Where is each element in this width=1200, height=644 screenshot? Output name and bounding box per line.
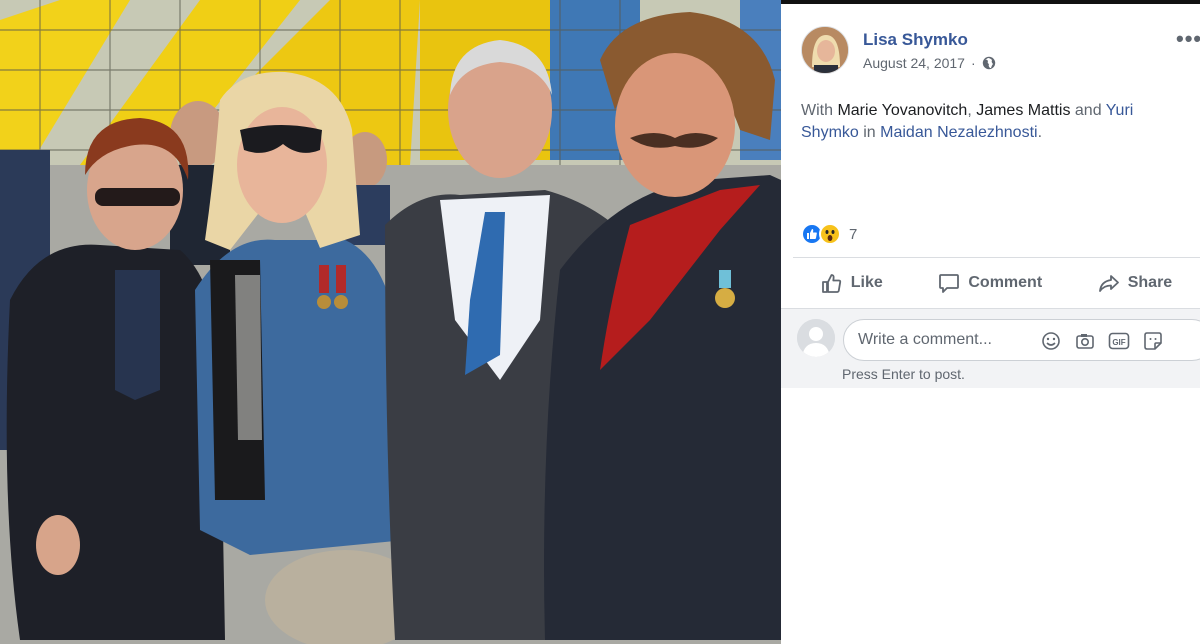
reaction-count: 7 (849, 225, 858, 243)
like-label: Like (850, 274, 883, 291)
post-photo[interactable] (0, 0, 781, 644)
post-header: Lisa Shymko August 24, 2017 · ••• (781, 4, 1200, 92)
text-and: and (1070, 102, 1106, 119)
share-button[interactable]: Share (1098, 272, 1172, 294)
text-in: in (858, 124, 881, 141)
svg-text:GIF: GIF (1112, 338, 1125, 347)
current-user-avatar (797, 319, 835, 357)
comment-placeholder: Write a comment... (858, 331, 992, 348)
globe-icon[interactable] (982, 56, 996, 70)
author-name[interactable]: Lisa Shymko (863, 30, 968, 50)
comment-section: Write a comment... GIF Press Enter to po… (781, 308, 1200, 388)
comment-button[interactable]: Comment (938, 272, 1042, 294)
action-bar: Like Comment Share (793, 260, 1200, 306)
comment-tools: GIF (1040, 320, 1164, 362)
photo-image (0, 0, 781, 644)
comment-label: Comment (968, 274, 1043, 291)
post-text: With Marie Yovanovitch, James Mattis and… (801, 100, 1191, 144)
post-meta: August 24, 2017 · (863, 55, 996, 71)
avatar-image (802, 27, 848, 73)
location-link[interactable]: Maidan Nezalezhnosti (880, 124, 1037, 141)
sticker-icon[interactable] (1142, 330, 1164, 352)
date-separator: · (970, 55, 976, 71)
text-sep: , (967, 102, 977, 119)
more-options-icon[interactable]: ••• (1176, 26, 1200, 52)
share-label: Share (1127, 274, 1173, 291)
gif-icon[interactable]: GIF (1108, 330, 1130, 352)
divider (793, 257, 1200, 258)
default-avatar-icon (797, 319, 835, 357)
post-date[interactable]: August 24, 2017 (863, 55, 965, 71)
tagged-person-2[interactable]: James Mattis (976, 102, 1070, 119)
thumbs-up-icon (821, 274, 841, 293)
camera-icon[interactable] (1074, 330, 1096, 352)
text-with: With (801, 102, 838, 119)
speech-bubble-icon (939, 274, 960, 293)
tagged-person-1[interactable]: Marie Yovanovitch (837, 102, 967, 119)
text-end: . (1037, 124, 1043, 141)
emoji-icon[interactable] (1040, 330, 1062, 352)
author-avatar[interactable] (801, 26, 849, 74)
reactions-summary[interactable]: 7 (801, 222, 857, 246)
like-button[interactable]: Like (821, 272, 883, 294)
comment-hint: Press Enter to post. (842, 366, 965, 382)
wow-icon (819, 223, 841, 245)
comment-input[interactable]: Write a comment... GIF (843, 319, 1200, 361)
share-arrow-icon (1098, 275, 1119, 292)
post-panel: Lisa Shymko August 24, 2017 · ••• With M… (781, 0, 1200, 644)
